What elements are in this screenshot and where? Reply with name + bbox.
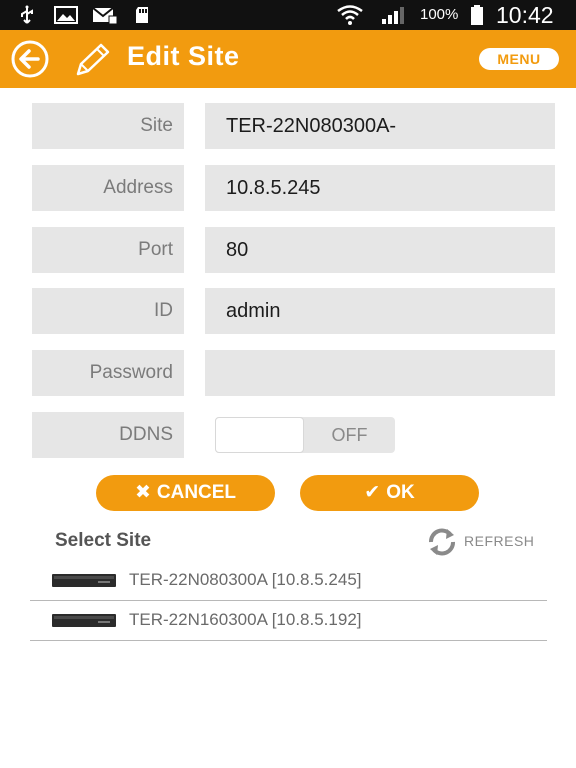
battery-icon (471, 5, 483, 25)
list-item[interactable]: TER-22N160300A [10.8.5.192] (30, 601, 547, 641)
dvr-device-icon (52, 574, 116, 587)
mail-icon (92, 7, 118, 25)
ok-label: OK (386, 482, 415, 503)
cancel-button[interactable]: ✖ CANCEL (96, 475, 275, 511)
refresh-label: REFRESH (464, 533, 535, 549)
ddns-toggle[interactable]: OFF (215, 417, 395, 453)
cancel-label: CANCEL (156, 482, 237, 503)
id-field[interactable]: admin (205, 288, 555, 334)
check-icon: ✔ (364, 482, 381, 503)
list-item[interactable]: TER-22N080300A [10.8.5.245] (30, 561, 547, 601)
address-field[interactable]: 10.8.5.245 (205, 165, 555, 211)
password-label: Password (32, 350, 184, 396)
usb-icon (21, 5, 33, 24)
address-label: Address (32, 165, 184, 211)
refresh-button[interactable]: REFRESH (425, 528, 550, 556)
refresh-icon (429, 528, 455, 556)
page-title: Edit Site (127, 41, 240, 71)
toggle-knob[interactable] (215, 417, 304, 453)
ddns-label: DDNS (32, 412, 184, 458)
image-icon (54, 6, 78, 24)
password-field[interactable] (205, 350, 555, 396)
status-bar: 100% 10:42 (0, 0, 576, 30)
site-list-label: TER-22N160300A [10.8.5.192] (129, 610, 362, 629)
pencil-icon (76, 43, 110, 76)
port-field[interactable]: 80 (205, 227, 555, 273)
clock: 10:42 (496, 2, 554, 28)
wifi-icon (337, 5, 363, 25)
site-list-label: TER-22N080300A [10.8.5.245] (129, 570, 362, 589)
app-bar: Edit Site MENU (0, 30, 576, 88)
dvr-device-icon (52, 614, 116, 627)
site-label: Site (32, 103, 184, 149)
battery-percent: 100% (420, 6, 459, 23)
id-label: ID (32, 288, 184, 334)
menu-button[interactable]: MENU (479, 48, 559, 70)
sd-card-icon (136, 7, 148, 23)
section-title: Select Site (55, 530, 152, 551)
port-label: Port (32, 227, 184, 273)
close-icon: ✖ (134, 482, 151, 503)
site-field[interactable]: TER-22N080300A- (205, 103, 555, 149)
back-arrow-icon[interactable] (10, 40, 50, 78)
ok-button[interactable]: ✔ OK (300, 475, 479, 511)
signal-icon (382, 7, 404, 24)
toggle-state: OFF (331, 425, 368, 445)
